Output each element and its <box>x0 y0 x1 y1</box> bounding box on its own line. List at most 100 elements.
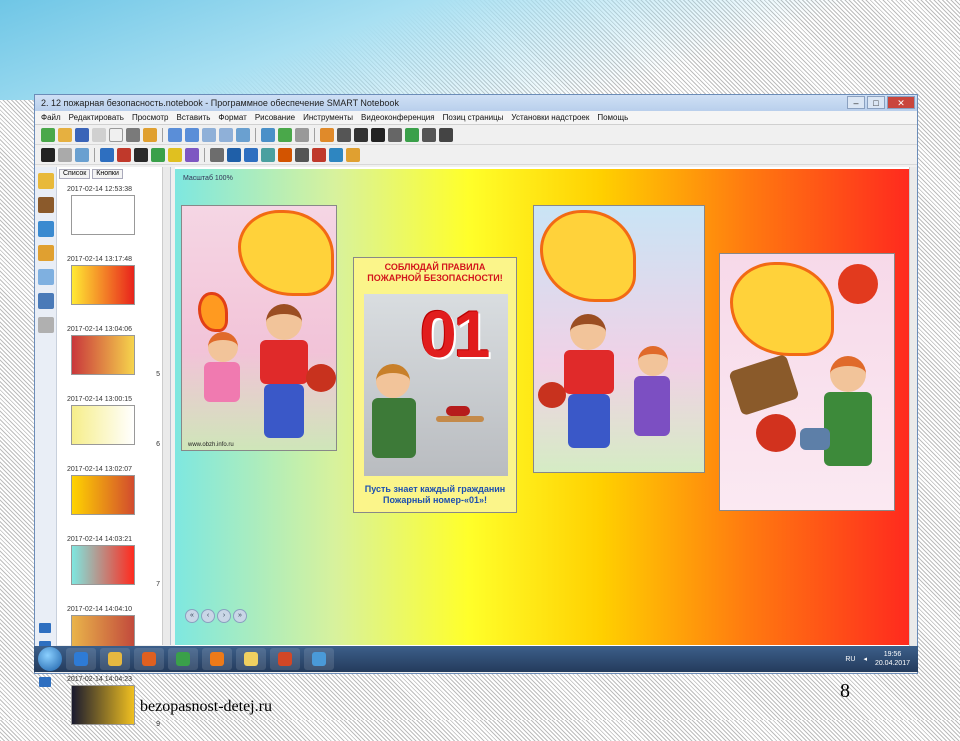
poster-kids-bedroom[interactable] <box>533 205 705 473</box>
copy-icon[interactable] <box>109 127 123 142</box>
sorter-tab-buttons[interactable]: Кнопки <box>92 169 123 179</box>
table-icon[interactable] <box>261 127 275 142</box>
slide-thumbnail[interactable]: 2017-02-14 13:17:48 <box>67 255 164 321</box>
menu-draw[interactable]: Рисование <box>255 111 295 124</box>
edit-icon[interactable] <box>39 677 51 687</box>
fit-page-icon[interactable] <box>185 127 199 142</box>
paste-icon[interactable] <box>92 127 106 142</box>
slide-thumbnail[interactable]: 2017-02-14 14:03:21 7 <box>67 535 164 601</box>
minimize-button[interactable]: – <box>847 96 865 109</box>
taskbar-firefox[interactable] <box>202 648 232 670</box>
page-vertical-scrollbar[interactable] <box>909 167 917 647</box>
creative-pen-icon[interactable] <box>185 147 199 162</box>
lesson-activity-icon[interactable] <box>37 293 54 309</box>
notes-tab-icon[interactable] <box>37 317 54 333</box>
delete-page-icon[interactable] <box>295 127 309 142</box>
menu-file[interactable]: Файл <box>41 111 61 124</box>
slide-preview[interactable] <box>71 265 135 305</box>
polygon-tool-icon[interactable] <box>261 147 275 162</box>
slide-preview[interactable] <box>71 405 135 445</box>
pencil-black-icon[interactable] <box>134 147 148 162</box>
slide-preview[interactable] <box>71 475 135 515</box>
next-page-icon[interactable]: › <box>217 609 231 623</box>
taskbar-chrome[interactable] <box>168 648 198 670</box>
slide-preview[interactable] <box>71 195 135 235</box>
add-page-icon[interactable] <box>278 127 292 142</box>
properties-icon[interactable] <box>329 147 343 162</box>
magic-pen-icon[interactable] <box>75 147 89 162</box>
hand-icon[interactable] <box>236 127 250 142</box>
menu-format[interactable]: Формат <box>218 111 246 124</box>
full-screen-icon[interactable] <box>219 127 233 142</box>
taskbar-ie[interactable] <box>66 648 96 670</box>
eraser-icon[interactable] <box>337 127 351 142</box>
mouse-icon[interactable] <box>58 147 72 162</box>
line-tool-icon[interactable] <box>227 147 241 162</box>
taskbar-explorer[interactable] <box>100 648 130 670</box>
taskbar-powerpoint[interactable] <box>270 648 300 670</box>
move-toolbar-icon[interactable] <box>346 147 360 162</box>
zoom-icon[interactable] <box>168 127 182 142</box>
display-icon[interactable] <box>388 127 402 142</box>
menu-insert[interactable]: Вставить <box>176 111 210 124</box>
save-icon[interactable] <box>75 127 89 142</box>
text-tool-icon[interactable] <box>295 147 309 162</box>
poster-01[interactable]: СОБЛЮДАЙ ПРАВИЛА ПОЖАРНОЙ БЕЗОПАСНОСТИ! … <box>353 257 517 513</box>
close-button[interactable]: ✕ <box>887 96 915 109</box>
table-tool-icon[interactable] <box>312 147 326 162</box>
slide-preview[interactable] <box>71 685 135 725</box>
document-camera-icon[interactable] <box>371 127 385 142</box>
keyboard-icon[interactable] <box>439 127 453 142</box>
clipboard-icon[interactable] <box>143 127 157 142</box>
maximize-button[interactable]: □ <box>867 96 885 109</box>
sorter-tab-list[interactable]: Список <box>59 169 91 179</box>
pencil-blue-icon[interactable] <box>100 147 114 162</box>
slide-thumbnail[interactable]: 2017-02-14 13:00:15 6 <box>67 395 164 461</box>
gallery-icon[interactable] <box>405 127 419 142</box>
menu-help[interactable]: Помощь <box>597 111 628 124</box>
pencil-red-icon[interactable] <box>117 147 131 162</box>
clock[interactable]: 19:56 20.04.2017 <box>875 650 910 668</box>
select-arrow-icon[interactable] <box>41 147 55 162</box>
slide-thumbnail[interactable]: 2017-02-14 13:04:06 5 <box>67 325 164 391</box>
menu-tools[interactable]: Инструменты <box>303 111 353 124</box>
slide-thumbnail[interactable]: 2017-02-14 13:02:07 <box>67 465 164 531</box>
menu-addons[interactable]: Установки надстроек <box>511 111 589 124</box>
new-page-icon[interactable] <box>41 127 55 142</box>
fill-tool-icon[interactable] <box>278 147 292 162</box>
first-page-icon[interactable]: « <box>185 609 199 623</box>
start-button[interactable] <box>38 647 62 671</box>
slide-thumbnail[interactable]: 2017-02-14 12:53:38 <box>67 185 164 251</box>
recorder-icon[interactable] <box>422 127 436 142</box>
properties-tab-icon[interactable] <box>37 245 54 261</box>
highlighter-icon[interactable] <box>168 147 182 162</box>
language-indicator[interactable]: RU <box>845 656 855 663</box>
volume-icon[interactable]: ◂ <box>863 655 867 663</box>
page-sorter-icon[interactable] <box>37 173 54 189</box>
addons-tab-icon[interactable] <box>37 269 54 285</box>
taskbar-folder[interactable] <box>236 648 266 670</box>
eraser-tool-icon[interactable] <box>210 147 224 162</box>
camera-icon[interactable] <box>354 127 368 142</box>
cut-icon[interactable] <box>126 127 140 142</box>
gallery-tab-icon[interactable] <box>37 197 54 213</box>
whiteboard-page[interactable]: Масштаб 100% www.obzh.info.ru СОБЛЮДАЙ П… <box>175 169 909 645</box>
slide-preview[interactable] <box>71 545 135 585</box>
taskbar-notebook[interactable] <box>304 648 334 670</box>
last-page-icon[interactable]: » <box>233 609 247 623</box>
taskbar-media[interactable] <box>134 648 164 670</box>
screen-shade-icon[interactable] <box>202 127 216 142</box>
poster-kids-phone[interactable] <box>719 253 895 511</box>
attachments-tab-icon[interactable] <box>37 221 54 237</box>
pencil-green-icon[interactable] <box>151 147 165 162</box>
resize-icon[interactable] <box>39 623 51 633</box>
shapes-tool-icon[interactable] <box>244 147 258 162</box>
menu-view[interactable]: Просмотр <box>132 111 169 124</box>
slide-preview[interactable] <box>71 335 135 375</box>
poster-kids-fire[interactable]: www.obzh.info.ru <box>181 205 337 451</box>
menu-edit[interactable]: Редактировать <box>69 111 124 124</box>
menu-page-position[interactable]: Позиц страницы <box>443 111 504 124</box>
sorter-scrollbar[interactable] <box>162 167 170 645</box>
previous-page-icon[interactable]: ‹ <box>201 609 215 623</box>
open-folder-icon[interactable] <box>58 127 72 142</box>
